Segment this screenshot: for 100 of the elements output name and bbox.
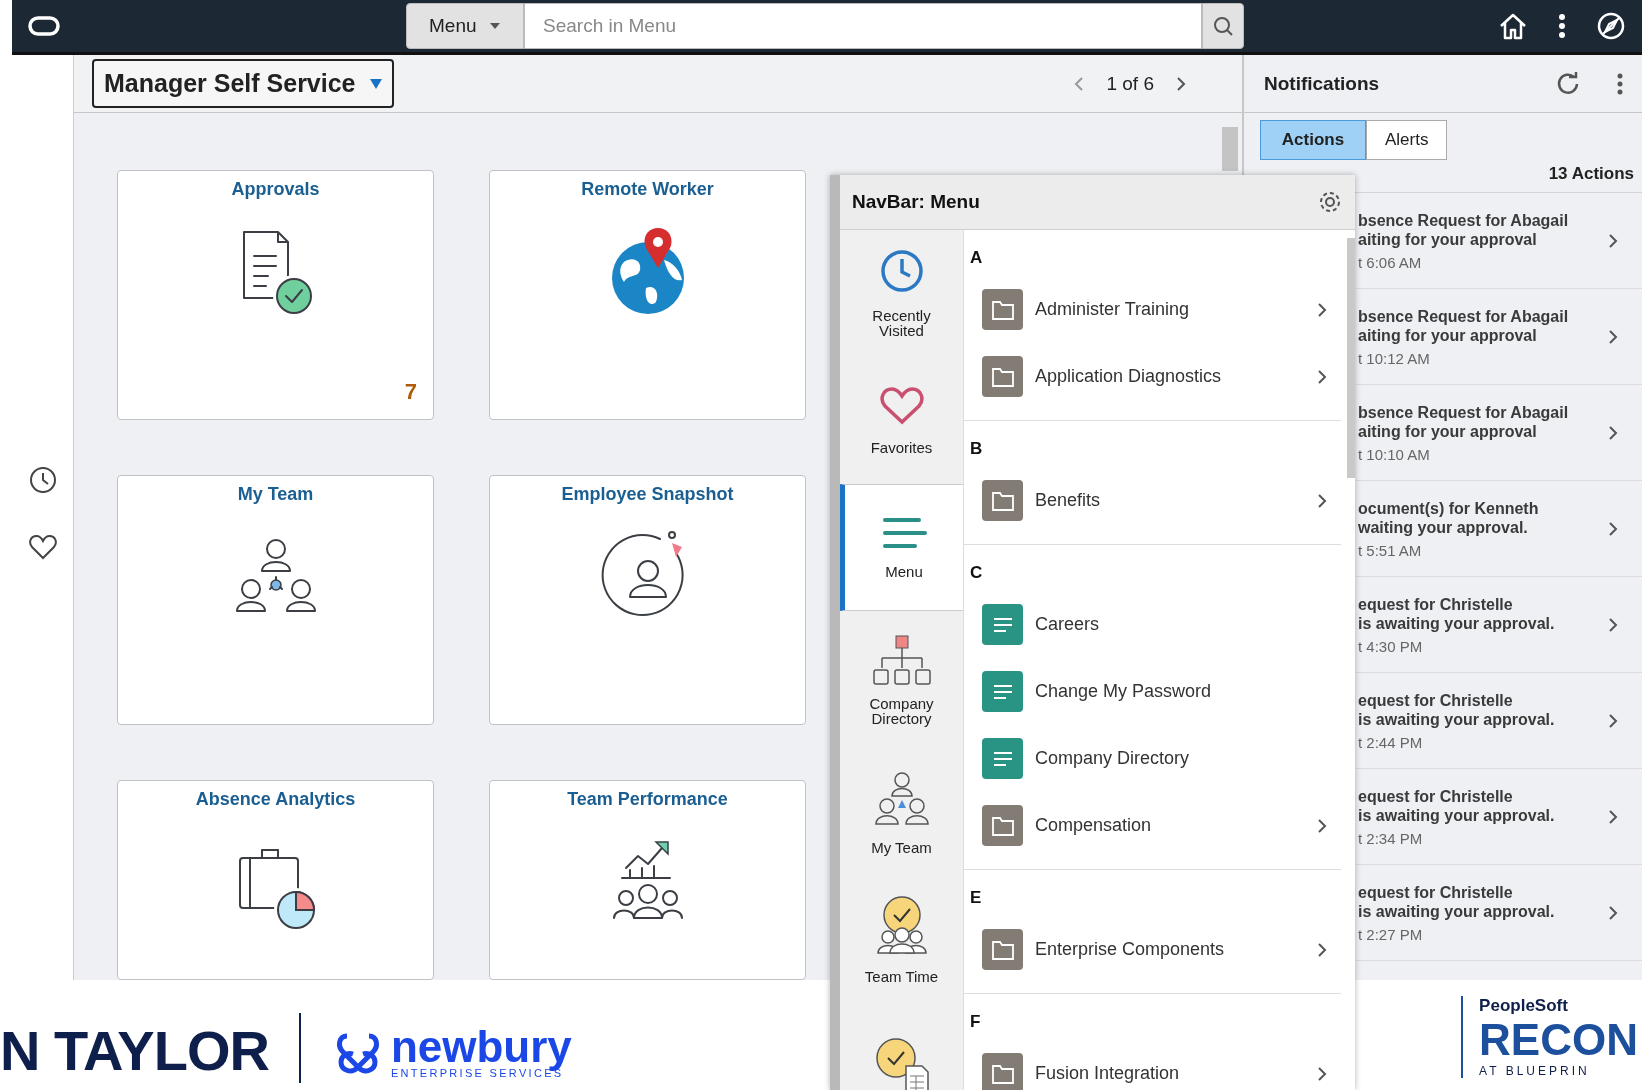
chevron-icon	[1608, 808, 1618, 825]
letter-heading: F	[970, 1011, 982, 1033]
notification-item[interactable]: ocument(s) for Kenneth waiting your approval. t 5:51 AM	[1356, 481, 1642, 577]
chevron-icon	[1317, 941, 1327, 958]
folder-icon	[982, 480, 1023, 521]
letter-heading: A	[970, 247, 984, 269]
menu-button[interactable]: Menu	[406, 3, 524, 49]
event-tagline: AT BLUEPRIN	[1479, 1064, 1590, 1078]
letter-heading: C	[970, 562, 984, 584]
navbar-tab[interactable]: Company Directory	[840, 611, 963, 749]
letter-heading: E	[970, 887, 983, 909]
previous-icon[interactable]	[1074, 75, 1085, 92]
notification-item[interactable]: bsence Request for Abagail aiting for your approval t 10:10 AM	[1356, 385, 1642, 481]
chevron-icon	[1317, 817, 1327, 834]
notification-item[interactable]: bsence Request for Abagail aiting for your approval t 6:06 AM	[1356, 193, 1642, 289]
folder-icon	[982, 356, 1023, 397]
tile[interactable]: Team Performance	[489, 780, 806, 980]
scrollbar-thumb[interactable]	[1222, 127, 1238, 171]
letter-heading: B	[970, 438, 984, 460]
notification-text: is awaiting your approval.	[1358, 901, 1556, 921]
menu-item[interactable]: Enterprise Components	[970, 916, 1341, 983]
notification-text: is awaiting your approval.	[1358, 805, 1556, 825]
caret-icon	[488, 22, 501, 30]
tile[interactable]: Employee Snapshot	[489, 475, 806, 725]
notification-item[interactable]: bsence Request for Abagail aiting for your approval t 10:12 AM	[1356, 289, 1642, 385]
action-count: 13 Actions	[1548, 164, 1634, 184]
navbar-tab[interactable]: My Team	[840, 749, 963, 876]
notification-item[interactable]: equest for Christelle is awaiting your approval. t 4:30 PM	[1356, 577, 1642, 673]
chevron-icon	[1317, 492, 1327, 509]
menu-item[interactable]: Administer Training	[970, 276, 1341, 343]
tile-title: Absence Analytics	[195, 789, 356, 810]
chevron-icon	[1608, 712, 1618, 729]
lines-icon	[982, 604, 1023, 645]
notification-time: t 10:10 AM	[1358, 445, 1431, 463]
tile[interactable]: My Team	[117, 475, 434, 725]
compass-icon[interactable]	[1596, 11, 1626, 41]
next-icon[interactable]	[1176, 75, 1186, 92]
menu-item[interactable]: Benefits	[970, 467, 1341, 534]
notification-text: waiting your approval.	[1358, 517, 1529, 537]
notification-item[interactable]: equest for Christelle is awaiting your approval. t 2:44 PM	[1356, 673, 1642, 769]
navbar-tab[interactable]: Recently Visited	[840, 230, 963, 357]
menu-item[interactable]: Fusion Integration	[970, 1040, 1341, 1090]
folder-icon	[982, 929, 1023, 970]
notification-item[interactable]: equest for Christelle is awaiting your approval. t 2:34 PM	[1356, 769, 1642, 865]
scrollbar-thumb[interactable]	[1347, 238, 1355, 478]
notification-text: is awaiting your approval.	[1358, 613, 1556, 633]
chevron-icon	[1317, 301, 1327, 318]
heart-icon[interactable]	[27, 533, 58, 561]
panel-title: Notifications	[1264, 72, 1380, 95]
clock-icon[interactable]	[27, 465, 58, 495]
recent-icon	[878, 248, 925, 294]
chevron-icon	[1608, 520, 1618, 537]
tile-title: Team Performance	[567, 789, 728, 810]
navbar-tab[interactable]: Team Time	[840, 876, 963, 1003]
notification-title: bsence Request for Abagail	[1358, 402, 1570, 422]
settings-icon[interactable]	[1317, 189, 1343, 215]
search-icon	[1212, 15, 1234, 37]
notification-time: t 2:27 PM	[1358, 925, 1424, 943]
tab[interactable]: Actions	[1260, 120, 1366, 160]
notification-text: aiting for your approval	[1358, 229, 1538, 249]
menu-item[interactable]: Application Diagnostics	[970, 343, 1341, 410]
folder-icon	[982, 289, 1023, 330]
caret-icon	[369, 78, 382, 89]
search-field[interactable]: Search in Menu	[524, 3, 1202, 49]
tile[interactable]: Approvals 7	[117, 170, 434, 420]
tile-title: My Team	[237, 484, 314, 505]
navbar-tab[interactable]: Menu	[840, 484, 963, 611]
more-icon[interactable]	[1558, 13, 1566, 39]
panel-title: NavBar: Menu	[852, 191, 980, 213]
home-icon[interactable]	[1498, 12, 1528, 40]
notification-title: equest for Christelle	[1358, 594, 1514, 614]
notification-title: equest for Christelle	[1358, 690, 1514, 710]
notification-time: t 2:34 PM	[1358, 829, 1424, 847]
menu-item[interactable]: Company Directory	[970, 725, 1341, 792]
tile[interactable]: Remote Worker	[489, 170, 806, 420]
notification-title: bsence Request for Abagail	[1358, 210, 1570, 230]
menu-item[interactable]: Careers	[970, 591, 1341, 658]
notification-title: equest for Christelle	[1358, 786, 1514, 806]
notification-time: t 6:06 AM	[1358, 253, 1423, 271]
menu-icon	[881, 516, 927, 550]
search-button[interactable]	[1202, 3, 1244, 49]
folder-icon	[982, 805, 1023, 846]
notification-title: ocument(s) for Kenneth	[1358, 498, 1540, 518]
chevron-icon	[1608, 904, 1618, 921]
tab[interactable]: Alerts	[1366, 120, 1448, 160]
notification-item[interactable]: equest for Christelle is awaiting your approval. t 2:27 PM	[1356, 865, 1642, 961]
notification-title: equest for Christelle	[1358, 882, 1514, 902]
tile[interactable]: Absence Analytics	[117, 780, 434, 980]
homepage-selector[interactable]: Manager Self Service	[92, 59, 394, 108]
notification-time: t 10:12 AM	[1358, 349, 1431, 367]
notification-title: bsence Request for Abagail	[1358, 306, 1570, 326]
navbar-tab[interactable]: Favorites	[840, 357, 963, 484]
menu-item[interactable]: Compensation	[970, 792, 1341, 859]
chevron-icon	[1317, 1065, 1327, 1082]
menu-item[interactable]: Change My Password	[970, 658, 1341, 725]
notification-text: aiting for your approval	[1358, 325, 1538, 345]
event-brand: PeopleSoft	[1479, 996, 1568, 1016]
tile-title: Remote Worker	[581, 179, 714, 200]
notification-time: t 5:51 AM	[1358, 541, 1423, 559]
more-icon[interactable]	[1616, 71, 1624, 96]
